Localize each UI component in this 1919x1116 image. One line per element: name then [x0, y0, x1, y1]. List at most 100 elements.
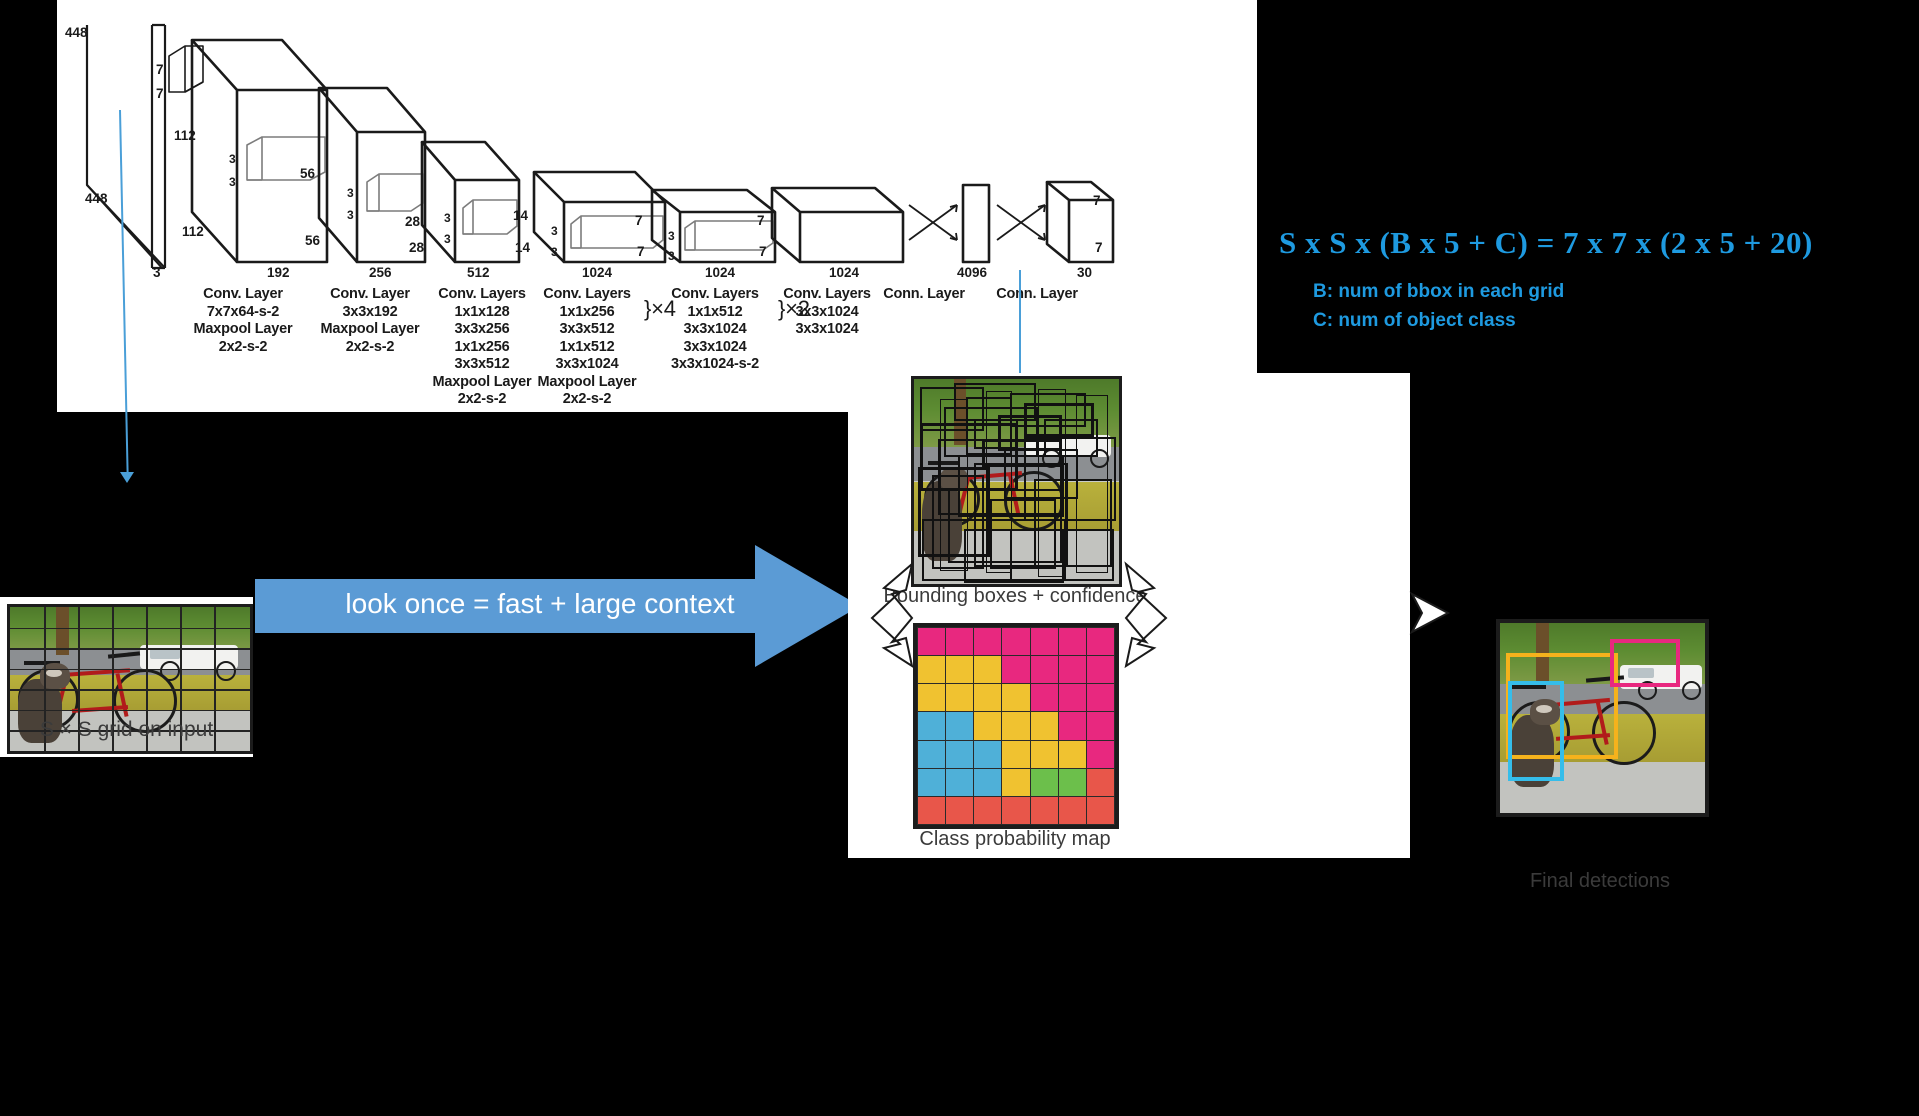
probmap-cell-pink — [916, 626, 947, 657]
caption-line: 3x3x1024 — [795, 303, 859, 320]
caption-line: 3x3x1024 — [795, 321, 859, 337]
k-3f: 3 — [444, 232, 451, 246]
probmap-cell-yellow — [1029, 739, 1059, 769]
probmap-cell-pink — [1057, 683, 1087, 713]
yolo-output-formula: S x S x (B x 5 + C) = 7 x 7 x (2 x 5 + 2… — [1279, 225, 1813, 260]
dim-512: 512 — [467, 265, 490, 280]
k-3a: 3 — [229, 152, 236, 166]
probmap-cell-blue — [916, 711, 947, 741]
dim-28-top: 28 — [405, 214, 421, 229]
caption-line: 3x3x1024-s-2 — [671, 356, 759, 372]
dim-kernel-w1: 7 — [156, 86, 164, 101]
grid-input-caption: S × S grid on input — [39, 718, 214, 741]
probmap-cell-yellow — [916, 683, 947, 713]
k-3h: 3 — [551, 245, 558, 259]
probmap-cell-yellow — [1001, 711, 1031, 741]
probmap-cell-yellow — [1029, 711, 1059, 741]
candidate-box — [986, 391, 1012, 573]
dim-256: 256 — [369, 265, 392, 280]
k-3d: 3 — [347, 208, 354, 222]
dim-7b-top: 7 — [757, 213, 765, 228]
dim-input-height: 448 — [65, 25, 88, 40]
probmap-cell-yellow — [945, 655, 975, 685]
probmap-cell-pink — [1085, 655, 1116, 685]
probmap-cell-pink — [973, 626, 1003, 657]
dim-input-depth: 3 — [153, 265, 161, 280]
connector-arrowhead-input — [120, 472, 134, 483]
dim-14-top: 14 — [513, 208, 529, 223]
probmap-cell-blue — [916, 767, 947, 797]
candidate-box — [940, 399, 968, 571]
dim-1024c: 1024 — [829, 265, 860, 280]
merge-arrow-right — [1124, 561, 1168, 669]
probmap-cell-yellow — [1001, 683, 1031, 713]
dim-7a-bot: 7 — [637, 244, 645, 259]
candidate-box — [1038, 389, 1066, 577]
caption-line: Maxpool Layer — [537, 373, 637, 390]
class-probability-map — [913, 623, 1119, 829]
probmap-cell-blue — [973, 767, 1003, 797]
probmap-cell-red — [916, 795, 947, 826]
dim-30: 30 — [1077, 265, 1092, 280]
caption-col-7: Conn. Layer — [942, 286, 1132, 304]
caption-title: Conn. Layer — [996, 286, 1078, 302]
probmap-row — [916, 767, 1116, 797]
probmap-cell-yellow — [1001, 767, 1031, 797]
probmap-cell-yellow — [973, 655, 1003, 685]
probmap-cell-yellow — [973, 683, 1003, 713]
k-3j: 3 — [668, 249, 675, 263]
probmap-cell-yellow — [973, 711, 1003, 741]
probmap-caption: Class probability map — [919, 828, 1111, 850]
k-3e: 3 — [444, 211, 451, 225]
k-3g: 3 — [551, 224, 558, 238]
probmap-cell-yellow — [945, 683, 975, 713]
dim-7a-top: 7 — [635, 213, 643, 228]
probmap-cell-red — [1057, 795, 1087, 826]
probmap-cell-blue — [916, 739, 947, 769]
dim-out-bot: 7 — [1095, 240, 1103, 255]
probmap-cell-yellow — [1001, 739, 1031, 769]
dim-112-top: 112 — [174, 128, 196, 143]
dim-1024b: 1024 — [705, 265, 736, 280]
legend-b: B: num of bbox in each grid — [1313, 281, 1565, 302]
probmap-row — [916, 739, 1116, 769]
probmap-cell-red — [945, 795, 975, 826]
probmap-cell-green — [1057, 767, 1087, 797]
detection-box-dog — [1508, 681, 1564, 781]
probmap-cell-red — [1029, 795, 1059, 826]
probmap-cell-pink — [1057, 626, 1087, 657]
probmap-cell-yellow — [916, 655, 947, 685]
probmap-cell-pink — [1085, 626, 1116, 657]
probmap-row — [916, 711, 1116, 741]
car-wheel-right — [1682, 681, 1701, 700]
dim-56-top: 56 — [300, 166, 316, 181]
probmap-cell-pink — [1057, 711, 1087, 741]
caption-line: 2x2-s-2 — [562, 391, 612, 407]
probmap-cell-blue — [945, 767, 975, 797]
probmap-cell-pink — [1029, 683, 1059, 713]
final-arrow — [1409, 591, 1451, 635]
probmap-cell-pink — [1001, 626, 1031, 657]
k-3b: 3 — [229, 175, 236, 189]
dim-4096: 4096 — [957, 265, 988, 280]
probmap-cell-pink — [1029, 626, 1059, 657]
dim-7b-bot: 7 — [759, 244, 767, 259]
caption-line: 3x3x1024 — [683, 338, 747, 355]
probmap-row — [916, 626, 1116, 657]
probmap-cell-pink — [1001, 655, 1031, 685]
legend-c: C: num of object class — [1313, 310, 1516, 331]
probmap-row — [916, 795, 1116, 826]
dim-56-bot: 56 — [305, 233, 321, 248]
probmap-row — [916, 683, 1116, 713]
probmap-cell-blue — [945, 711, 975, 741]
dim-kernel-h1: 7 — [156, 62, 164, 77]
probmap-cell-pink — [945, 626, 975, 657]
k-3c: 3 — [347, 186, 354, 200]
look-once-arrow-label: look once = fast + large context — [345, 588, 735, 619]
probmap-cell-red — [1085, 767, 1116, 797]
probmap-row — [916, 655, 1116, 685]
detection-box-car — [1610, 639, 1680, 687]
probmap-cell-yellow — [1057, 739, 1087, 769]
probmap-cell-pink — [1057, 655, 1087, 685]
dim-112-bot: 112 — [182, 224, 204, 239]
